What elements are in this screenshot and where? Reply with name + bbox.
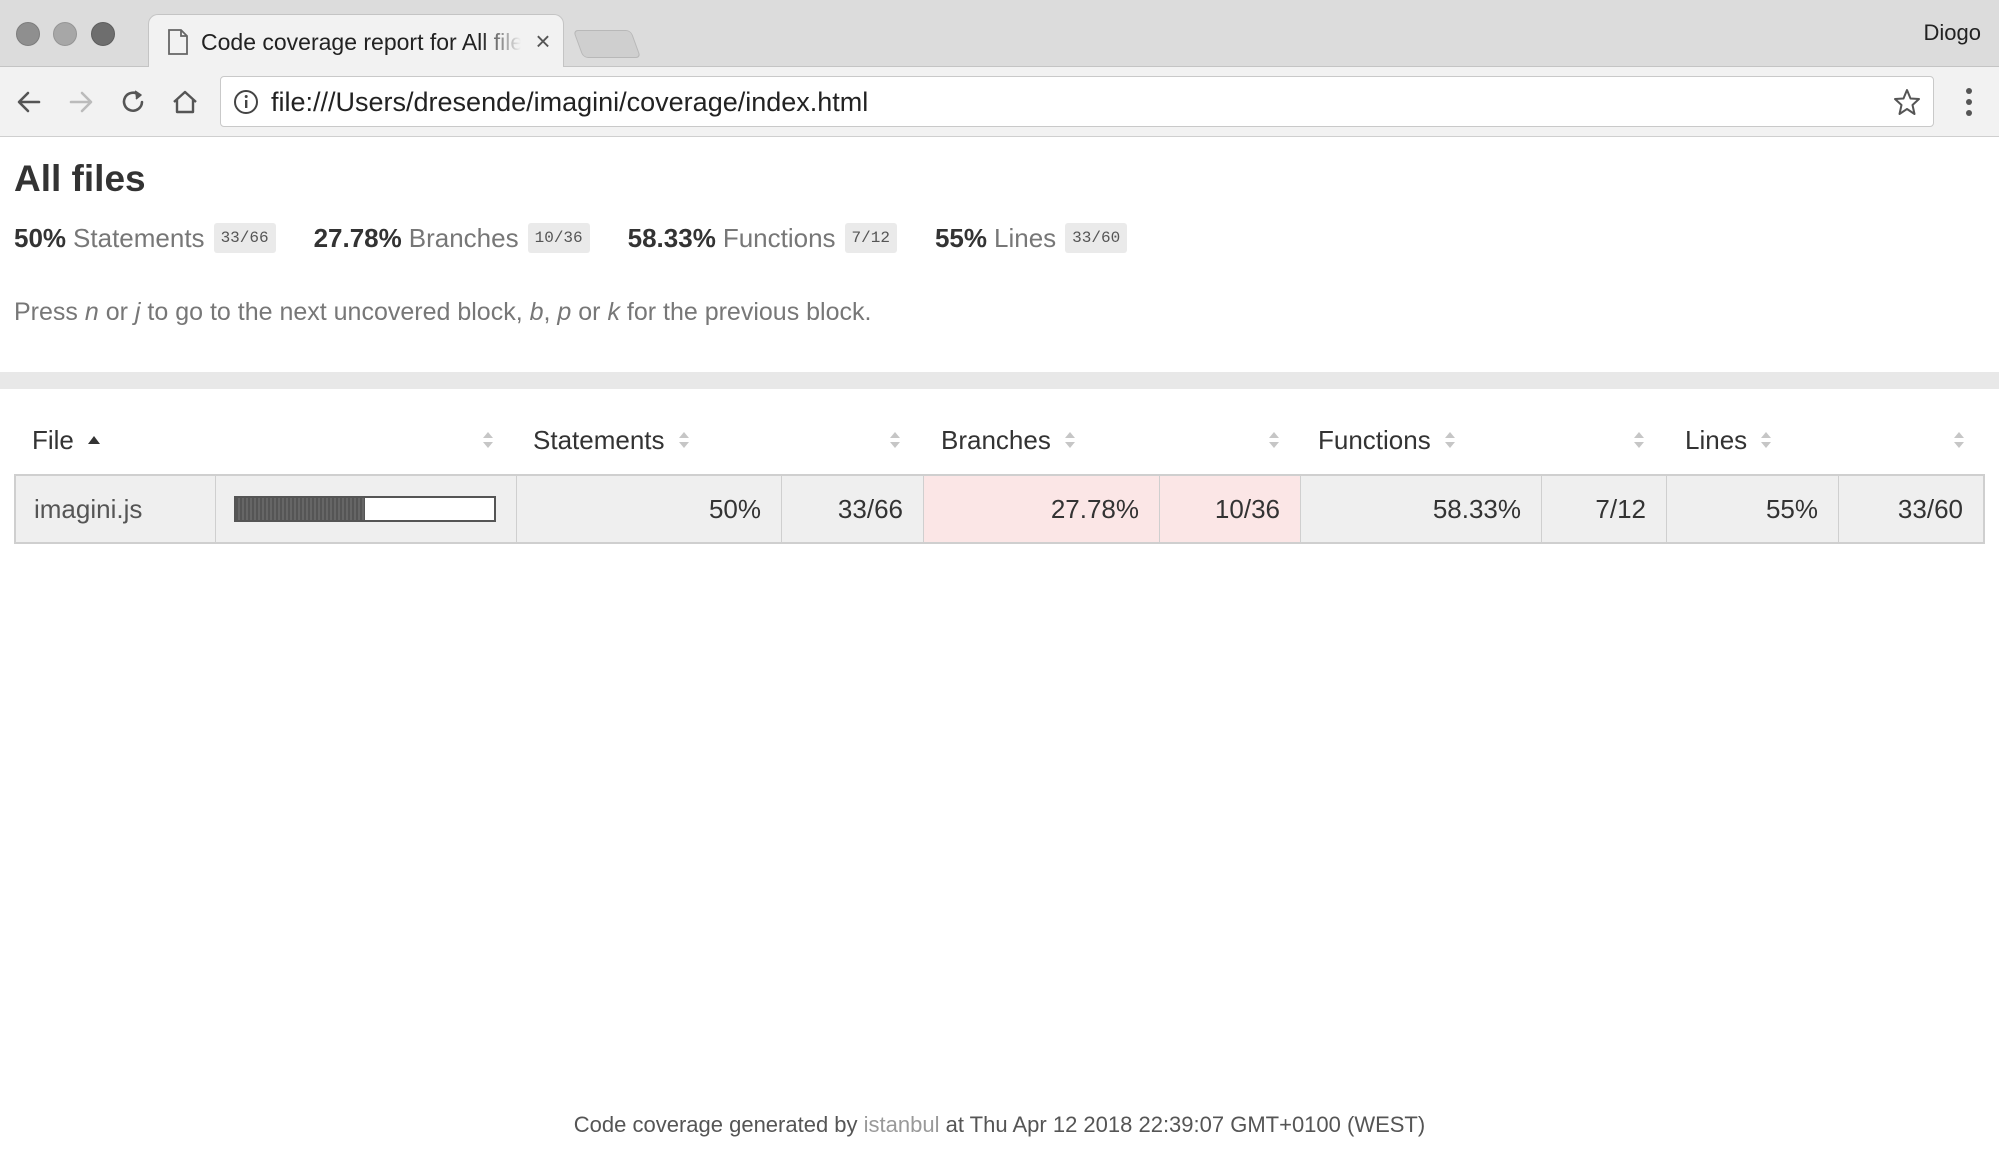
page-title: All files — [14, 158, 146, 199]
summary-label: Functions — [722, 222, 836, 253]
column-header-file[interactable]: File — [32, 420, 101, 460]
summary-fraction-badge: 33/66 — [213, 223, 276, 253]
reload-icon[interactable] — [114, 83, 152, 121]
sort-icon[interactable] — [482, 430, 494, 450]
sort-icon[interactable] — [1268, 430, 1280, 450]
istanbul-link[interactable]: istanbul — [864, 1112, 940, 1137]
more-menu-icon[interactable] — [1955, 85, 1983, 119]
branches-fraction-cell: 10/36 — [1160, 476, 1301, 542]
summary-label: Branches — [408, 222, 519, 253]
summary-label: Lines — [994, 222, 1057, 253]
summary-fraction-badge: 7/12 — [844, 223, 897, 253]
column-header-lines[interactable]: Lines — [1685, 420, 1772, 460]
url-text[interactable]: file:///Users/dresende/imagini/coverage/… — [271, 87, 868, 117]
functions-fraction-cell: 7/12 — [1542, 476, 1667, 542]
coverage-summary: 50% Statements 33/66 27.78% Branches 10/… — [14, 220, 1165, 256]
sort-icon — [1761, 432, 1772, 448]
document-icon — [167, 29, 189, 55]
browser-tab-active[interactable]: Code coverage report for All files × — [148, 14, 564, 68]
page-footer: Code coverage generated by istanbul at T… — [573, 1112, 1426, 1137]
column-header-statements[interactable]: Statements — [533, 420, 690, 460]
window-close-button[interactable] — [16, 22, 40, 46]
address-bar[interactable]: file:///Users/dresende/imagini/coverage/… — [220, 76, 1934, 127]
page-content: All files 50% Statements 33/66 27.78% Br… — [0, 138, 1999, 1155]
summary-branches: 27.78% Branches 10/36 — [314, 223, 590, 254]
close-tab-icon[interactable]: × — [529, 26, 557, 56]
summary-pct: 27.78% — [313, 222, 402, 253]
statements-pct-cell: 50% — [517, 476, 782, 542]
keyboard-hint: Press n or j to go to the next uncovered… — [14, 298, 872, 326]
statements-fraction-cell: 33/66 — [782, 476, 924, 542]
forward-icon[interactable] — [62, 83, 100, 121]
browser-tab-bar: Code coverage report for All files × Dio… — [0, 0, 1999, 68]
summary-fraction-badge: 10/36 — [527, 223, 590, 253]
window-maximize-button[interactable] — [91, 22, 115, 46]
lines-pct-cell: 55% — [1667, 476, 1839, 542]
functions-pct-cell: 58.33% — [1301, 476, 1542, 542]
sort-icon[interactable] — [1953, 430, 1965, 450]
coverage-bar — [234, 496, 496, 522]
column-header-branches[interactable]: Branches — [941, 420, 1076, 460]
bookmark-star-icon[interactable] — [1893, 88, 1921, 116]
column-header-functions[interactable]: Functions — [1318, 420, 1456, 460]
site-info-icon[interactable] — [233, 89, 259, 115]
coverage-bar-cell — [216, 476, 517, 542]
sort-icon — [1064, 432, 1075, 448]
sort-icon[interactable] — [889, 430, 901, 450]
summary-lines: 55% Lines 33/60 — [934, 222, 1128, 254]
summary-statements: 50% Statements 33/66 — [14, 223, 276, 254]
tab-title: Code coverage report for All files — [201, 28, 521, 56]
summary-label: Statements — [73, 222, 205, 253]
coverage-table: File Statements Branches Functions Lines… — [14, 408, 1985, 544]
new-tab-button[interactable] — [572, 30, 642, 58]
profile-name[interactable]: Diogo — [1924, 20, 1981, 46]
summary-functions: 58.33% Functions 7/12 — [628, 223, 897, 254]
summary-pct: 50% — [14, 222, 67, 253]
summary-fraction-badge: 33/60 — [1065, 223, 1128, 253]
lines-fraction-cell: 33/60 — [1897, 493, 1963, 524]
sort-ascending-icon — [87, 436, 100, 444]
summary-pct: 58.33% — [627, 222, 716, 253]
back-icon[interactable] — [10, 83, 48, 121]
sort-icon — [678, 432, 689, 448]
browser-toolbar: file:///Users/dresende/imagini/coverage/… — [0, 67, 1999, 137]
status-band — [0, 372, 1999, 389]
sort-icon[interactable] — [1633, 430, 1645, 450]
window-minimize-button[interactable] — [53, 22, 77, 46]
home-icon[interactable] — [166, 83, 204, 121]
table-row: imagini.js 50% 33/66 27.78% 10/36 58.33%… — [14, 474, 1985, 544]
file-link[interactable]: imagini.js — [16, 494, 142, 525]
table-header: File Statements Branches Functions Lines — [14, 408, 1985, 474]
coverage-bar-fill — [236, 498, 365, 520]
summary-pct: 55% — [934, 222, 987, 253]
sort-icon — [1444, 432, 1455, 448]
branches-pct-cell: 27.78% — [924, 476, 1160, 542]
file-cell: imagini.js — [16, 476, 216, 542]
